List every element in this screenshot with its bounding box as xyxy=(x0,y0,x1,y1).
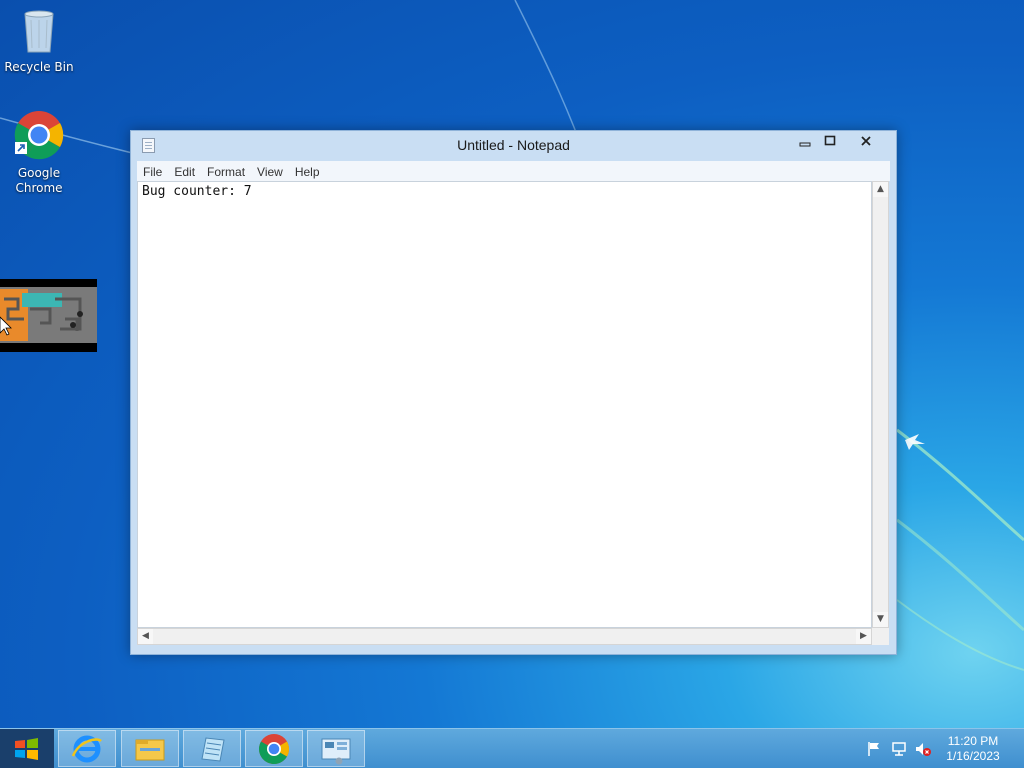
scroll-down-icon[interactable]: ▼ xyxy=(873,612,888,627)
maximize-button[interactable] xyxy=(815,134,845,154)
desktop-icon-label: Google Chrome xyxy=(15,166,63,195)
taskbar-internet-explorer[interactable] xyxy=(58,730,116,767)
flag-icon[interactable] xyxy=(866,741,882,757)
control-panel-icon xyxy=(321,738,351,765)
menu-format[interactable]: Format xyxy=(201,163,251,179)
text-editor[interactable]: Bug counter: 7 xyxy=(137,181,872,628)
taskbar-notepad[interactable] xyxy=(183,730,241,767)
menu-bar: File Edit Format View Help xyxy=(137,161,890,181)
minimize-icon xyxy=(799,142,811,147)
windows-logo-icon xyxy=(15,738,38,760)
vertical-scrollbar[interactable]: ▲ ▼ xyxy=(872,181,889,628)
menu-help[interactable]: Help xyxy=(289,163,326,179)
title-bar[interactable]: Untitled - Notepad xyxy=(131,131,896,161)
desktop: Recycle Bin Google Chrome Untitled - Not… xyxy=(0,0,1024,768)
close-button[interactable] xyxy=(851,134,881,154)
menu-edit[interactable]: Edit xyxy=(168,163,201,179)
scroll-right-icon[interactable]: ▶ xyxy=(856,629,871,644)
file-explorer-icon xyxy=(135,739,165,761)
menu-view[interactable]: View xyxy=(251,163,289,179)
taskbar-control-panel[interactable] xyxy=(307,730,365,767)
scroll-left-icon[interactable]: ◀ xyxy=(138,629,153,644)
scroll-up-icon[interactable]: ▲ xyxy=(873,182,888,197)
maze-game-preview-image xyxy=(0,287,97,343)
notepad-window[interactable]: Untitled - Notepad File Edit Format View Hel… xyxy=(130,130,897,655)
desktop-icon-google-chrome[interactable]: Google Chrome xyxy=(1,110,77,196)
taskbar: 11:20 PM 1/16/2023 xyxy=(0,728,1024,768)
internet-explorer-icon xyxy=(71,735,102,763)
horizontal-scrollbar[interactable]: ◀ ▶ xyxy=(137,628,872,645)
clock-date: 1/16/2023 xyxy=(946,749,1000,763)
start-button[interactable] xyxy=(0,729,54,768)
chrome-icon xyxy=(258,734,290,765)
recycle-bin-icon xyxy=(24,10,54,53)
system-clock[interactable]: 11:20 PM 1/16/2023 xyxy=(940,734,1006,764)
network-icon[interactable] xyxy=(891,741,907,757)
chrome-icon xyxy=(14,111,64,160)
clock-time: 11:20 PM xyxy=(947,734,999,748)
game-thumbnail[interactable] xyxy=(0,279,97,352)
notepad-icon xyxy=(201,737,225,762)
desktop-icon-recycle-bin[interactable]: Recycle Bin xyxy=(1,6,77,75)
taskbar-file-explorer[interactable] xyxy=(121,730,179,767)
menu-file[interactable]: File xyxy=(137,163,168,179)
maximize-icon xyxy=(824,135,836,146)
close-icon xyxy=(861,136,871,146)
editor-content[interactable]: Bug counter: 7 xyxy=(142,184,252,199)
window-title: Untitled - Notepad xyxy=(457,137,570,153)
desktop-icon-label: Recycle Bin xyxy=(4,60,74,74)
resize-grip[interactable] xyxy=(872,628,889,645)
volume-muted-icon[interactable] xyxy=(915,741,931,757)
taskbar-chrome[interactable] xyxy=(245,730,303,767)
